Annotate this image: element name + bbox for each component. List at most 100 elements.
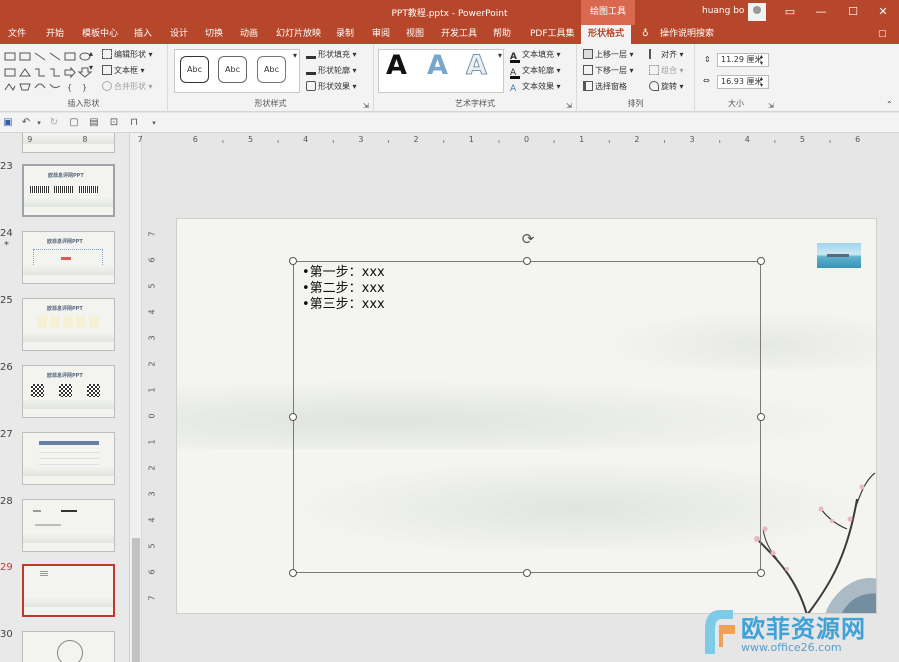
align-button[interactable]: 对齐 ▾ (649, 49, 684, 61)
resize-handle-right[interactable] (757, 413, 765, 421)
height-spinner[interactable]: ▴ ▾ (760, 53, 763, 67)
landscape-photo[interactable] (817, 243, 861, 268)
text-effects-button[interactable]: A 文本效果 ▾ (510, 81, 561, 95)
dialog-launcher-icon[interactable]: ⇲ (566, 100, 572, 112)
slide-thumbnail[interactable] (22, 133, 115, 153)
tab-help[interactable]: 帮助 (493, 25, 511, 44)
selection-pane-label: 选择窗格 (595, 82, 627, 91)
text-box-button[interactable]: 文本框 ▾ (102, 65, 145, 77)
bullet-list[interactable]: •第一步：xxx •第二步：xxx •第三步：xxx (302, 265, 385, 313)
shapes-scroll-down[interactable]: ▾ (89, 62, 93, 74)
tab-transitions[interactable]: 切换 (205, 25, 223, 44)
tab-animations[interactable]: 动画 (240, 25, 258, 44)
slide-thumbnail-selected[interactable] (22, 564, 115, 617)
slide-thumbnail[interactable] (22, 499, 115, 552)
tab-developer[interactable]: 开发工具 (441, 25, 477, 44)
bullet-item[interactable]: •第一步：xxx (302, 265, 385, 281)
shapes-gallery[interactable]: { } (4, 50, 94, 94)
edit-shape-button[interactable]: 编辑形状 ▾ (102, 49, 153, 61)
resize-handle-bottom-right[interactable] (757, 569, 765, 577)
undo-dropdown-icon[interactable]: ▾ (33, 117, 45, 129)
resize-handle-left[interactable] (289, 413, 297, 421)
merge-shapes-button[interactable]: 合并形状 ▾ (102, 81, 153, 93)
customize-toolbar-icon[interactable]: ▾ (148, 117, 160, 129)
wordart-preset-3[interactable]: A (466, 50, 488, 82)
redo-icon[interactable]: ↻ (48, 117, 60, 129)
tell-me-search[interactable]: 操作说明搜索 (660, 25, 714, 44)
width-spinner[interactable]: ▴ ▾ (760, 75, 763, 89)
slide-thumbnail[interactable]: 欧菲息评网PPT (22, 365, 115, 418)
wordart-preset-2[interactable]: A (427, 50, 448, 81)
slide-thumbnail[interactable]: 欧菲息评网PPT (22, 164, 115, 217)
new-slide-icon[interactable]: ▢ (68, 117, 80, 129)
user-name[interactable]: huang bo (702, 6, 744, 16)
shape-style-preset-1[interactable]: Abc (180, 56, 209, 83)
slide-thumbnail[interactable]: 欧菲息评网PPT (22, 231, 115, 284)
tab-file[interactable]: 文件 (8, 25, 26, 44)
text-graphic (61, 510, 77, 512)
collapse-ribbon-icon[interactable]: ⌃ (886, 99, 893, 111)
tab-template-center[interactable]: 模板中心 (82, 25, 118, 44)
wordart-more[interactable]: ▾ (498, 50, 502, 62)
scrollbar-thumb[interactable] (132, 538, 140, 662)
watermark-name: 欧菲资源网 (741, 615, 866, 643)
wordart-preset-1[interactable]: A (386, 50, 407, 81)
text-fill-button[interactable]: A 文本填充 ▾ (510, 49, 561, 63)
watermark-url: www.office26.com (741, 641, 842, 654)
picture-icon[interactable]: ▤ (88, 117, 100, 129)
ruler-tick-label: 5 (147, 283, 157, 289)
shape-style-preset-2[interactable]: Abc (218, 56, 247, 83)
avatar[interactable] (748, 3, 766, 21)
tab-design[interactable]: 设计 (170, 25, 188, 44)
tab-record[interactable]: 录制 (336, 25, 354, 44)
tab-view[interactable]: 视图 (406, 25, 424, 44)
thumbnail-background (23, 399, 114, 409)
dialog-launcher-icon[interactable]: ⇲ (768, 100, 774, 112)
undo-icon[interactable]: ↶ (20, 117, 32, 129)
rotate-button[interactable]: 旋转 ▾ (649, 81, 684, 93)
shape-outline-button[interactable]: 形状轮廓 ▾ (306, 65, 357, 77)
bullet-item[interactable]: •第二步：xxx (302, 281, 385, 297)
comments-icon[interactable]: ▢ (878, 25, 887, 44)
tab-shape-format[interactable]: 形状格式 (581, 25, 632, 44)
resize-handle-top-left[interactable] (289, 257, 297, 265)
slide-thumbnail[interactable]: 欧菲息评网PPT (22, 298, 115, 351)
tab-pdf-tools[interactable]: PDF工具集 (530, 25, 575, 44)
text-outline-button[interactable]: A 文本轮廓 ▾ (510, 65, 561, 79)
selection-pane-button[interactable]: 选择窗格 (583, 81, 627, 93)
resize-handle-bottom-left[interactable] (289, 569, 297, 577)
save-icon[interactable]: ▣ (2, 117, 14, 129)
shape-style-more[interactable]: ▾ (293, 50, 297, 62)
resize-handle-bottom[interactable] (523, 569, 531, 577)
bring-forward-button[interactable]: 上移一层 ▾ (583, 49, 634, 61)
slide-canvas[interactable]: ⟳ •第一步：xxx •第二步：xxx •第三步：xxx (176, 218, 877, 614)
rotate-handle-icon[interactable]: ⟳ (519, 230, 537, 248)
send-backward-button[interactable]: 下移一层 ▾ (583, 65, 634, 77)
bullet-item[interactable]: •第三步：xxx (302, 297, 385, 313)
minimize-icon[interactable]: — (806, 0, 836, 25)
slide-thumbnail[interactable] (22, 631, 115, 662)
close-icon[interactable]: ✕ (868, 0, 898, 25)
resize-handle-top[interactable] (523, 257, 531, 265)
selected-text-box[interactable]: •第一步：xxx •第二步：xxx •第三步：xxx (293, 261, 761, 573)
text-graphic (40, 571, 48, 577)
tab-home[interactable]: 开始 (46, 25, 64, 44)
resize-handle-top-right[interactable] (757, 257, 765, 265)
shapes-scroll-up[interactable]: ▴ (89, 48, 93, 60)
dialog-launcher-icon[interactable]: ⇲ (363, 100, 369, 112)
maximize-icon[interactable]: ☐ (838, 0, 868, 25)
present-icon[interactable]: ⊡ (108, 117, 120, 129)
shape-style-preset-3[interactable]: Abc (257, 56, 286, 83)
group-button[interactable]: 组合 ▾ (649, 65, 684, 77)
slide-thumbnail[interactable] (22, 432, 115, 485)
group-icon (649, 65, 659, 75)
thumbnail-scrollbar[interactable] (130, 133, 142, 662)
tab-review[interactable]: 审阅 (372, 25, 390, 44)
shape-effects-button[interactable]: 形状效果 ▾ (306, 81, 357, 93)
shape-fill-button[interactable]: 形状填充 ▾ (306, 49, 357, 61)
ribbon-display-options-icon[interactable]: ▭ (775, 0, 805, 25)
tab-slideshow[interactable]: 幻灯片放映 (276, 25, 321, 44)
text-effects-label: 文本效果 (522, 82, 554, 91)
presenter-view-icon[interactable]: ⊓ (128, 117, 140, 129)
tab-insert[interactable]: 插入 (134, 25, 152, 44)
